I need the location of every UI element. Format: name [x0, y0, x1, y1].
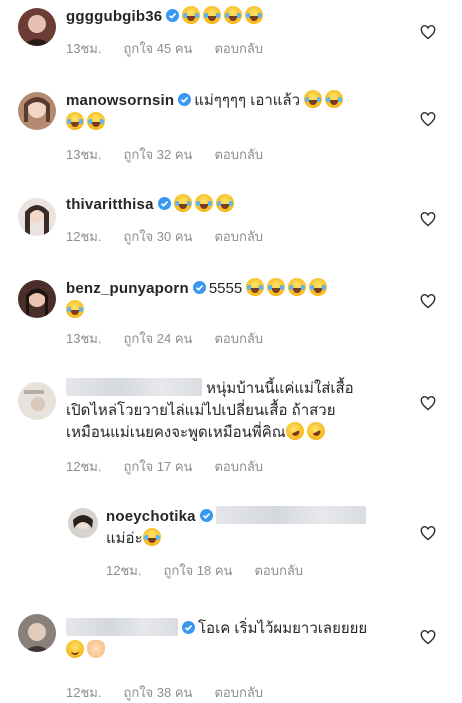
comment-time: 12ชม.: [66, 229, 102, 244]
username[interactable]: manowsornsin: [66, 92, 174, 109]
avatar[interactable]: [68, 508, 98, 538]
avatar-image: [18, 8, 56, 46]
verified-badge-icon: [192, 281, 206, 294]
avatar[interactable]: [18, 280, 56, 318]
reply-item: noeychotika แม่อ่ะ 12ชม. ถูกใจ 18 คน ตอบกล…: [0, 502, 462, 582]
face-with-tears-of-joy-icon: [215, 194, 234, 212]
avatar-image: [18, 92, 56, 130]
face-with-tears-of-joy-icon: [309, 278, 328, 296]
face-with-tears-of-joy-icon: [246, 278, 265, 296]
comment-text: หนุ่มบ้านนี้แค่แม่ใส่เสื้อ: [206, 380, 354, 397]
heart-icon[interactable]: [420, 112, 436, 127]
face-with-tears-of-joy-icon: [182, 6, 201, 24]
comment-item: หนุ่มบ้านนี้แค่แม่ใส่เสื้อ เปิดไหล่โวยวา…: [0, 372, 462, 484]
username-redacted: [66, 618, 178, 636]
avatar[interactable]: [18, 614, 56, 652]
username[interactable]: benz_punyaporn: [66, 280, 189, 297]
comment-text: 5555: [208, 280, 243, 297]
verified-badge-icon: [157, 197, 171, 210]
reply-button[interactable]: ตอบกลับ: [214, 685, 263, 700]
username[interactable]: noeychotika: [106, 508, 196, 525]
verified-badge-icon: [182, 621, 195, 634]
face-with-tears-of-joy-icon: [245, 6, 264, 24]
face-with-tears-of-joy-icon: [267, 278, 286, 296]
smiling-face-icon: [66, 640, 84, 658]
avatar[interactable]: [18, 8, 56, 46]
face-with-tears-of-joy-icon: [304, 90, 323, 108]
heart-icon[interactable]: [420, 294, 436, 309]
comment-time: 12ชม.: [106, 563, 142, 578]
avatar[interactable]: [18, 382, 56, 420]
face-with-tears-of-joy-icon: [194, 194, 213, 212]
comment-text: เหมือนแม่เนยคงจะพูดเหมือนพี่คิณ: [66, 424, 286, 441]
avatar[interactable]: [18, 92, 56, 130]
face-with-tears-of-joy-icon: [87, 112, 105, 130]
heart-icon[interactable]: [420, 25, 436, 40]
comment-time: 13ชม.: [66, 331, 102, 346]
ok-hand-icon: [87, 640, 105, 658]
face-with-tears-of-joy-icon: [142, 528, 161, 546]
face-with-tears-of-joy-icon: [224, 6, 243, 24]
comment-item: benz_punyaporn 5555 13ชม. ถูกใจ 24 คน ตอบกล…: [0, 262, 462, 346]
comment-item: manowsornsin แม่ๆๆๆๆ เอาแล้ว 13ชม. ถูกใจ 3…: [0, 82, 462, 162]
heart-icon[interactable]: [420, 526, 436, 541]
comment-item: thivaritthisa 12ชม. ถูกใจ 30 คน ตอบกลับ: [0, 178, 462, 248]
avatar-image: [18, 382, 56, 420]
rolling-on-floor-laughing-icon: [282, 419, 307, 443]
avatar[interactable]: [18, 198, 56, 236]
heart-icon[interactable]: [420, 212, 436, 227]
face-with-tears-of-joy-icon: [173, 194, 192, 212]
reply-button[interactable]: ตอบกลับ: [214, 229, 263, 244]
comment-time: 13ชม.: [66, 41, 102, 56]
like-count[interactable]: ถูกใจ 17 คน: [123, 459, 192, 474]
face-with-tears-of-joy-icon: [288, 278, 307, 296]
comment-time: 12ชม.: [66, 459, 102, 474]
heart-icon[interactable]: [420, 630, 436, 645]
username[interactable]: thivaritthisa: [66, 196, 154, 213]
comment-text: โอเค เริ่มไว้ผมยาวเลยยยย: [198, 620, 368, 637]
face-with-tears-of-joy-icon: [325, 90, 344, 108]
avatar-image: [68, 508, 98, 538]
verified-badge-icon: [178, 93, 192, 106]
avatar-image: [18, 280, 56, 318]
face-with-tears-of-joy-icon: [66, 300, 84, 318]
verified-badge-icon: [199, 509, 213, 522]
comment-time: 12ชม.: [66, 685, 102, 700]
username-redacted: [66, 378, 202, 396]
reply-button[interactable]: ตอบกลับ: [214, 331, 263, 346]
comment-time: 13ชม.: [66, 147, 102, 162]
comment-item: ggggubgib36 13ชม. ถูกใจ 45 คน ตอบกลับ: [0, 0, 462, 70]
rolling-on-floor-laughing-icon: [303, 419, 328, 443]
like-count[interactable]: ถูกใจ 18 คน: [163, 563, 232, 578]
like-count[interactable]: ถูกใจ 30 คน: [123, 229, 192, 244]
comment-item: โอเค เริ่มไว้ผมยาวเลยยยย 12ชม. ถูกใจ 38 ค…: [0, 604, 462, 700]
verified-badge-icon: [166, 9, 180, 22]
text-redacted: [215, 506, 366, 524]
reply-button[interactable]: ตอบกลับ: [214, 147, 263, 162]
comment-text: แม่อ่ะ: [106, 530, 143, 547]
face-with-tears-of-joy-icon: [66, 112, 84, 130]
avatar-image: [18, 198, 56, 236]
reply-button[interactable]: ตอบกลับ: [214, 41, 263, 56]
reply-button[interactable]: ตอบกลับ: [254, 563, 303, 578]
heart-icon[interactable]: [420, 396, 436, 411]
like-count[interactable]: ถูกใจ 24 คน: [123, 331, 192, 346]
like-count[interactable]: ถูกใจ 45 คน: [123, 41, 192, 56]
comments-list: ggggubgib36 13ชม. ถูกใจ 45 คน ตอบกลับ mano…: [0, 0, 462, 700]
like-count[interactable]: ถูกใจ 32 คน: [123, 147, 192, 162]
face-with-tears-of-joy-icon: [203, 6, 222, 24]
avatar-image: [18, 614, 56, 652]
comment-text: เปิดไหล่โวยวายไล่แม่ไปเปลี่ยนเสื้อ ถ้าสว…: [66, 402, 336, 419]
username[interactable]: ggggubgib36: [66, 8, 162, 25]
like-count[interactable]: ถูกใจ 38 คน: [123, 685, 192, 700]
reply-button[interactable]: ตอบกลับ: [214, 459, 263, 474]
comment-text: แม่ๆๆๆๆ เอาแล้ว: [194, 92, 301, 109]
